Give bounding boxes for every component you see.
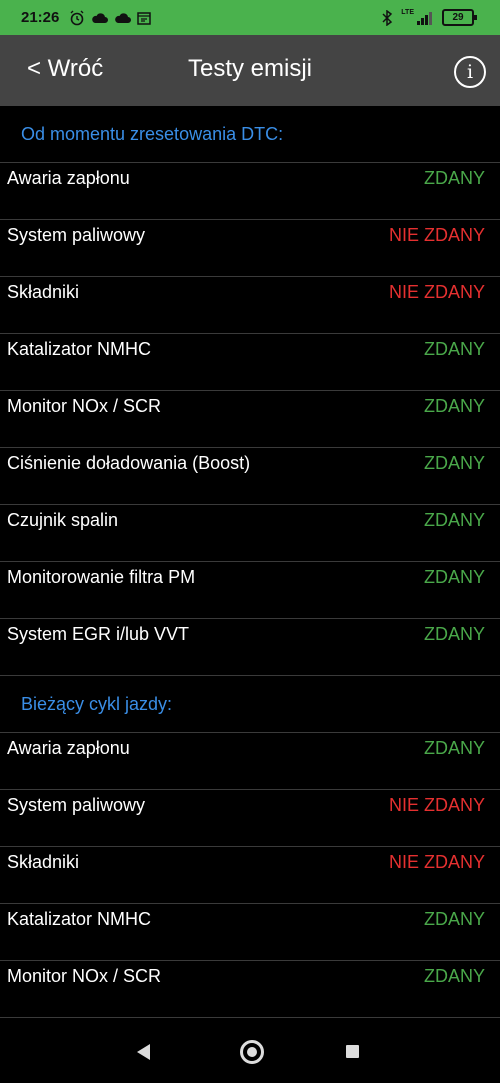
test-status: NIE ZDANY	[388, 225, 485, 245]
list-item[interactable]: System paliwowy NIE ZDANY	[0, 789, 500, 846]
test-name: System paliwowy	[7, 225, 146, 245]
test-name: Monitorowanie filtra PM	[7, 567, 196, 587]
list-item[interactable]: Katalizator NMHC ZDANY	[0, 903, 500, 960]
system-navigation-bar	[0, 1023, 500, 1083]
list-item[interactable]: Składniki NIE ZDANY	[0, 276, 500, 333]
cloud-icon	[115, 12, 132, 23]
test-status: NIE ZDANY	[388, 852, 485, 872]
nav-back-icon[interactable]	[137, 1044, 150, 1060]
test-status: ZDANY	[423, 738, 485, 758]
emission-tests-list[interactable]: Od momentu zresetowania DTC: Awaria zapło…	[0, 106, 500, 1023]
test-status: ZDANY	[423, 168, 485, 188]
page-title: Testy emisji	[187, 55, 313, 82]
test-name: Składniki	[7, 282, 80, 302]
test-status: NIE ZDANY	[388, 282, 485, 302]
list-item[interactable]: Awaria zapłonu ZDANY	[0, 732, 500, 789]
test-status: ZDANY	[423, 909, 485, 929]
cloud-icon	[92, 12, 109, 23]
test-name: Katalizator NMHC	[7, 909, 152, 929]
calendar-icon	[137, 11, 152, 25]
bluetooth-icon	[382, 9, 393, 26]
list-item[interactable]: System EGR i/lub VVT ZDANY	[0, 618, 500, 675]
test-status: ZDANY	[423, 396, 485, 416]
test-status: ZDANY	[423, 453, 485, 473]
info-icon[interactable]: i	[454, 56, 486, 88]
list-item[interactable]: Monitor NOx / SCR ZDANY	[0, 390, 500, 447]
signal-icon	[417, 11, 432, 25]
status-icons-right: LTE 29	[381, 9, 477, 26]
test-name: Składniki	[7, 852, 80, 872]
status-bar: 21:26 LTE 29	[0, 0, 500, 35]
test-name: Ciśnienie doładowania (Boost)	[7, 453, 251, 473]
test-status: ZDANY	[423, 624, 485, 644]
test-name: Awaria zapłonu	[7, 738, 130, 758]
test-name: Katalizator NMHC	[7, 339, 152, 359]
status-icons-left	[69, 10, 152, 26]
list-item[interactable]: Monitorowanie filtra PM ZDANY	[0, 561, 500, 618]
nav-home-icon[interactable]	[240, 1040, 264, 1064]
top-app-bar: < Wróć Testy emisji	[0, 35, 500, 106]
test-name: System EGR i/lub VVT	[7, 624, 190, 644]
list-item[interactable]: Czujnik spalin ZDANY	[0, 504, 500, 561]
test-name: Czujnik spalin	[7, 510, 119, 530]
test-name: Monitor NOx / SCR	[7, 396, 162, 416]
network-type: LTE	[401, 9, 414, 16]
nav-recent-apps-icon[interactable]	[346, 1045, 359, 1058]
list-item[interactable]: Monitor NOx / SCR ZDANY	[0, 960, 500, 1017]
test-status: ZDANY	[423, 966, 485, 986]
test-name: Monitor NOx / SCR	[7, 966, 162, 986]
alarm-icon	[70, 10, 84, 25]
section-header: Bieżący cykl jazdy:	[21, 693, 173, 714]
test-name: Awaria zapłonu	[7, 168, 130, 188]
list-item[interactable]: System paliwowy NIE ZDANY	[0, 219, 500, 276]
test-status: ZDANY	[423, 339, 485, 359]
list-item[interactable]: Katalizator NMHC ZDANY	[0, 333, 500, 390]
list-item[interactable]: Awaria zapłonu ZDANY	[0, 162, 500, 219]
test-status: NIE ZDANY	[388, 795, 485, 815]
section-header: Od momentu zresetowania DTC:	[21, 123, 284, 144]
test-name: System paliwowy	[7, 795, 146, 815]
test-status: ZDANY	[423, 567, 485, 587]
list-item[interactable]: Składniki NIE ZDANY	[0, 846, 500, 903]
status-time: 21:26	[21, 9, 60, 26]
test-status: ZDANY	[423, 510, 485, 530]
battery-icon: 29	[442, 9, 477, 26]
list-item[interactable]: Ciśnienie doładowania (Boost) ZDANY	[0, 447, 500, 504]
